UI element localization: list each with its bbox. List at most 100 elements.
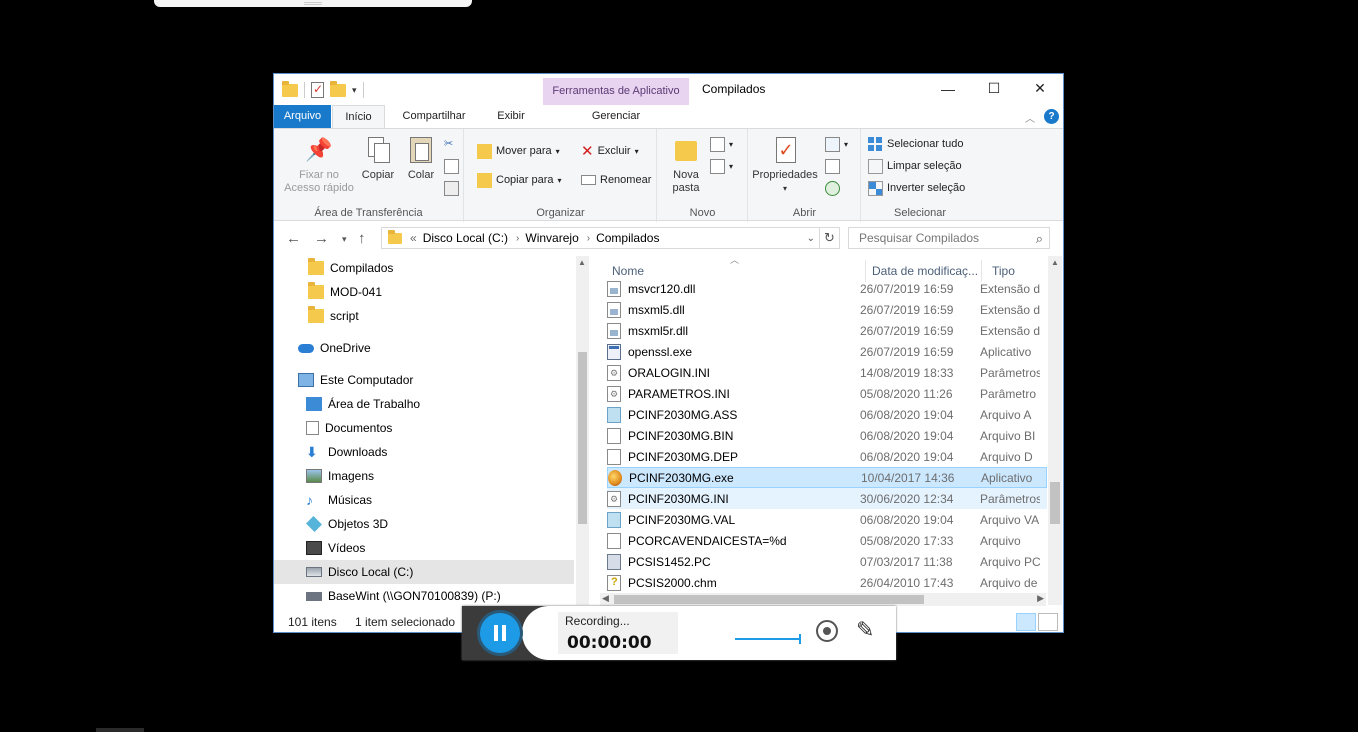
floating-toolbar[interactable] xyxy=(154,0,472,7)
file-row[interactable]: PCSIS1452.PC 07/03/2017 11:38 Arquivo PC xyxy=(607,551,1047,572)
edit-button[interactable] xyxy=(825,157,840,175)
paste-button[interactable]: Colar xyxy=(402,135,440,182)
nav-item[interactable]: Objetos 3D xyxy=(274,512,574,536)
up-arrow-icon[interactable]: ↑ xyxy=(358,230,366,247)
select-all-button[interactable]: Selecionar tudo xyxy=(868,135,963,153)
customize-qat-icon[interactable]: ▾ xyxy=(352,85,357,96)
new-folder-button[interactable]: Nova pasta xyxy=(666,135,706,195)
nav-item[interactable]: BaseWint (\\GON70100839) (P:) xyxy=(274,584,574,605)
file-row-selected[interactable]: PCINF2030MG.exe 10/04/2017 14:36 Aplicativ… xyxy=(607,467,1047,488)
nav-item-label: Músicas xyxy=(328,493,373,507)
new-item-button[interactable]: ▾ xyxy=(710,135,733,153)
dropdown-arrow-icon: ▾ xyxy=(729,161,734,171)
new-folder-icon[interactable] xyxy=(330,80,346,97)
breadcrumb-item[interactable]: Compilados xyxy=(596,231,659,245)
nav-scroll-thumb[interactable] xyxy=(578,352,587,524)
nav-item[interactable]: Vídeos xyxy=(274,536,574,560)
select-none-button[interactable]: Limpar seleção xyxy=(868,157,962,175)
tab-file[interactable]: Arquivo xyxy=(274,105,331,128)
search-input[interactable]: Pesquisar Compilados ⌕ xyxy=(848,227,1050,249)
breadcrumb-overflow[interactable]: « xyxy=(410,231,417,245)
details-view-button[interactable] xyxy=(1016,613,1036,631)
file-row[interactable]: PCINF2030MG.BIN 06/08/2020 19:04 Arquivo B… xyxy=(607,425,1047,446)
nav-item-this-pc[interactable]: Este Computador xyxy=(274,368,574,392)
recent-locations-icon[interactable]: ▾ xyxy=(342,234,347,245)
paste-shortcut-button[interactable] xyxy=(444,179,459,197)
minimize-button[interactable]: — xyxy=(925,74,971,103)
file-row[interactable]: msvcr120.dll 26/07/2019 16:59 Extensão d xyxy=(607,278,1047,299)
easy-access-button[interactable]: ▾ xyxy=(710,157,733,175)
file-row[interactable]: PARAMETROS.INI 05/08/2020 11:26 Parâmetro xyxy=(607,383,1047,404)
nav-item[interactable]: MOD-041 xyxy=(274,280,574,304)
nav-item-selected[interactable]: Disco Local (C:) xyxy=(274,560,574,584)
move-to-button[interactable]: Mover para ▾ xyxy=(477,142,560,160)
copy-path-button[interactable] xyxy=(444,157,459,175)
file-row[interactable]: PCINF2030MG.VAL 06/08/2020 19:04 Arquivo V… xyxy=(607,509,1047,530)
pin-quick-access-button[interactable]: 📌 Fixar no Acesso rápido xyxy=(282,135,356,195)
history-button[interactable] xyxy=(825,179,840,197)
file-row[interactable]: openssl.exe 26/07/2019 16:59 Aplicativo xyxy=(607,341,1047,362)
invert-selection-button[interactable]: Inverter seleção xyxy=(868,179,965,197)
search-icon[interactable]: ⌕ xyxy=(1036,229,1043,249)
help-icon[interactable]: ? xyxy=(1044,109,1059,124)
pause-icon[interactable] xyxy=(480,613,520,653)
file-row-hover[interactable]: PCINF2030MG.INI 30/06/2020 12:34 Parâmetro… xyxy=(607,488,1047,509)
chevron-up-icon[interactable]: ︿ xyxy=(1025,110,1035,125)
rename-button[interactable]: Renomear xyxy=(581,171,651,189)
nav-item[interactable]: script xyxy=(274,304,574,328)
copy-to-button[interactable]: Copiar para ▾ xyxy=(477,171,562,189)
chevron-down-icon[interactable]: ⌄ xyxy=(807,233,815,244)
file-type: Parâmetros xyxy=(980,365,1040,380)
copy-button[interactable]: Copiar xyxy=(358,135,398,182)
pen-icon[interactable]: ✎ xyxy=(856,617,874,643)
file-row[interactable]: PCORCAVENDAICESTA=%d 05/08/2020 17:33 Arqu… xyxy=(607,530,1047,551)
maximize-button[interactable]: ☐ xyxy=(971,74,1017,103)
forward-arrow-icon[interactable]: → xyxy=(314,230,329,247)
file-scrollbar[interactable]: ▲ xyxy=(1048,256,1062,605)
address-bar[interactable]: « Disco Local (C:) › Winvarejo › Compila… xyxy=(381,227,820,249)
blank-file-icon xyxy=(607,532,621,549)
volume-slider[interactable] xyxy=(735,634,801,644)
chevron-right-icon[interactable]: › xyxy=(587,233,590,244)
nav-item[interactable]: Área de Trabalho xyxy=(274,392,574,416)
file-row[interactable]: PCINF2030MG.ASS 06/08/2020 19:04 Arquivo A xyxy=(607,404,1047,425)
breadcrumb-item[interactable]: Disco Local (C:) xyxy=(423,231,508,245)
file-date: 26/07/2019 16:59 xyxy=(860,323,954,338)
scroll-right-icon[interactable]: ▶ xyxy=(1037,593,1044,604)
properties-icon[interactable] xyxy=(311,82,324,98)
file-row[interactable]: msxml5r.dll 26/07/2019 16:59 Extensão d xyxy=(607,320,1047,341)
delete-button[interactable]: ✕ Excluir ▾ xyxy=(581,142,639,160)
breadcrumb-item[interactable]: Winvarejo xyxy=(525,231,578,245)
file-scroll-thumb[interactable] xyxy=(1050,482,1060,524)
large-icons-view-button[interactable] xyxy=(1038,613,1058,631)
nav-scrollbar[interactable]: ▲ xyxy=(576,256,589,605)
cut-button[interactable]: ✂ xyxy=(444,135,459,153)
nav-item[interactable]: Compilados xyxy=(274,256,574,280)
close-button[interactable]: ✕ xyxy=(1017,74,1063,103)
horizontal-scrollbar[interactable]: ◀ ▶ xyxy=(600,593,1046,606)
scroll-up-icon[interactable]: ▲ xyxy=(1051,258,1059,267)
file-row[interactable]: PCINF2030MG.DEP 06/08/2020 19:04 Arquivo D xyxy=(607,446,1047,467)
chevron-right-icon[interactable]: › xyxy=(516,233,519,244)
back-arrow-icon[interactable]: ← xyxy=(286,230,301,247)
tab-home[interactable]: Início xyxy=(332,105,385,128)
scroll-left-icon[interactable]: ◀ xyxy=(602,593,609,604)
h-scroll-thumb[interactable] xyxy=(614,595,924,604)
tab-manage[interactable]: Gerenciar xyxy=(543,105,689,128)
scroll-up-icon[interactable]: ▲ xyxy=(578,258,586,267)
grip-handle[interactable] xyxy=(304,2,322,5)
nav-item[interactable]: ♪ Músicas xyxy=(274,488,574,512)
properties-button[interactable]: ✓ Propriedades ▾ xyxy=(751,135,819,195)
nav-item[interactable]: Imagens xyxy=(274,464,574,488)
file-row[interactable]: msxml5.dll 26/07/2019 16:59 Extensão d xyxy=(607,299,1047,320)
tab-share[interactable]: Compartilhar xyxy=(392,105,476,128)
refresh-icon[interactable]: ↻ xyxy=(820,227,840,249)
file-row[interactable]: ORALOGIN.INI 14/08/2019 18:33 Parâmetros xyxy=(607,362,1047,383)
nav-item[interactable]: ⬇ Downloads xyxy=(274,440,574,464)
file-row[interactable]: PCSIS2000.chm 26/04/2010 17:43 Arquivo de xyxy=(607,572,1047,593)
tab-view[interactable]: Exibir xyxy=(484,105,538,128)
nav-item[interactable]: Documentos xyxy=(274,416,574,440)
webcam-icon[interactable] xyxy=(816,620,838,642)
nav-item-onedrive[interactable]: OneDrive xyxy=(274,336,574,360)
open-button[interactable]: ▾ xyxy=(825,135,848,153)
